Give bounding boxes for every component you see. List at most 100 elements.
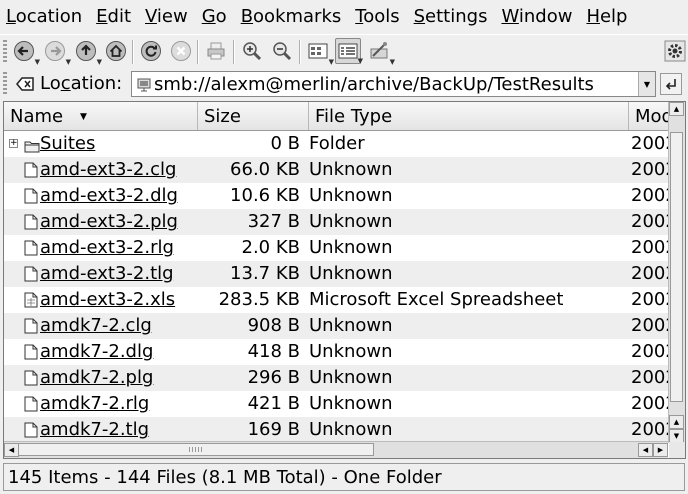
column-header-name[interactable]: Name ▼ (4, 102, 198, 130)
menu-window[interactable]: Window (495, 0, 580, 34)
scroll-corner (669, 442, 685, 458)
status-bar: 145 Items - 144 Files (8.1 MB Total) - O… (3, 463, 685, 491)
file-modified: 2002 (631, 237, 668, 258)
file-name[interactable]: amd-ext3-2.dlg (40, 183, 198, 209)
file-name[interactable]: amdk7-2.dlg (40, 339, 198, 365)
reload-button[interactable] (138, 38, 164, 64)
horizontal-scrollbar[interactable]: ◀ ◀ ▶ (4, 441, 668, 458)
file-icon (24, 162, 38, 183)
table-row[interactable]: amdk7-2.dlg 418 B Unknown 2002 (4, 339, 668, 365)
table-row[interactable]: amdk7-2.clg 908 B Unknown 2002 (4, 313, 668, 339)
scroll-left-button-right[interactable]: ◀ (638, 443, 653, 457)
table-row[interactable]: amdk7-2.tlg 169 B Unknown 2002 (4, 417, 668, 443)
menu-edit[interactable]: Edit (90, 0, 139, 34)
file-type: Unknown (309, 393, 393, 414)
column-header: Name ▼ Size File Type Mod (4, 102, 668, 131)
file-name[interactable]: amdk7-2.rlg (40, 391, 198, 417)
forward-button[interactable]: ▼ (42, 38, 71, 66)
file-name[interactable]: amd-ext3-2.tlg (40, 261, 198, 287)
file-size: 327 B (247, 211, 300, 232)
file-list-view[interactable]: Name ▼ Size File Type Mod + Suites 0 B Fold… (3, 101, 686, 459)
menu-location[interactable]: Location (0, 0, 90, 34)
file-icon (24, 240, 38, 261)
settings-gear-button[interactable] (662, 38, 688, 64)
menu-go[interactable]: Go (196, 0, 235, 34)
home-button[interactable] (103, 38, 129, 64)
scroll-up-button-lower[interactable]: ▲ (669, 415, 684, 429)
icon-view-icon (308, 43, 328, 59)
forward-icon (45, 41, 65, 61)
folder-icon (24, 137, 40, 158)
zoom-in-icon (243, 42, 262, 61)
print-button[interactable] (203, 38, 229, 64)
file-size: 0 B (270, 133, 300, 154)
clear-location-icon (16, 77, 34, 91)
vertical-scrollbar[interactable]: ▲ ▲ ▼ (668, 102, 685, 443)
menu-help[interactable]: Help (580, 0, 635, 34)
go-button[interactable] (660, 73, 682, 95)
menu-bookmarks[interactable]: Bookmarks (235, 0, 350, 34)
zoom-in-button[interactable] (239, 38, 265, 64)
horizontal-scroll-thumb[interactable] (18, 443, 374, 456)
menu-view[interactable]: View (139, 0, 196, 34)
file-name[interactable]: amdk7-2.clg (40, 313, 198, 339)
chevron-down-icon: ▼ (643, 79, 651, 89)
menubar: Location Edit View Go Bookmarks Tools Se… (0, 0, 688, 34)
icon-view-button[interactable]: ▼ (305, 38, 334, 66)
split-view-button[interactable]: ▼ (366, 38, 395, 66)
file-name[interactable]: amd-ext3-2.xls (40, 287, 198, 313)
zoom-out-button[interactable] (269, 38, 295, 64)
table-row[interactable]: amd-ext3-2.plg 327 B Unknown 2002 (4, 209, 668, 235)
table-row[interactable]: amd-ext3-2.xls 283.5 KB Microsoft Excel Sp… (4, 287, 668, 313)
location-history-dropdown[interactable]: ▼ (638, 72, 655, 96)
scroll-left-button[interactable]: ◀ (4, 443, 19, 457)
table-row[interactable]: amd-ext3-2.tlg 13.7 KB Unknown 2002 (4, 261, 668, 287)
table-row[interactable]: amd-ext3-2.clg 66.0 KB Unknown 2002 (4, 157, 668, 183)
up-icon (76, 41, 96, 61)
table-row[interactable]: amd-ext3-2.dlg 10.6 KB Unknown 2002 (4, 183, 668, 209)
back-button[interactable]: ▼ (11, 38, 40, 66)
file-name[interactable]: amd-ext3-2.clg (40, 157, 198, 183)
arrow-up-icon: ▲ (673, 418, 680, 426)
file-icon (24, 344, 38, 365)
file-icon (24, 318, 38, 339)
file-modified: 2002 (631, 159, 668, 180)
file-modified: 2002 (631, 419, 668, 440)
column-header-size[interactable]: Size (198, 102, 309, 130)
expand-toggle-icon[interactable]: + (9, 139, 18, 148)
file-name[interactable]: amdk7-2.tlg (40, 417, 198, 443)
up-button[interactable]: ▼ (73, 38, 102, 66)
arrow-up-icon: ▲ (673, 105, 680, 113)
stop-button[interactable] (168, 38, 194, 64)
scroll-right-button[interactable]: ▶ (653, 443, 668, 457)
file-name[interactable]: Suites (40, 131, 198, 157)
scroll-up-button[interactable]: ▲ (669, 102, 684, 116)
location-input[interactable]: smb://alexm@merlin/archive/BackUp/TestRe… (131, 71, 656, 97)
main-toolbar: ▼ ▼ ▼ ▼ ▼ ▼ (0, 34, 688, 70)
scroll-down-button[interactable]: ▼ (669, 429, 684, 443)
menu-tools[interactable]: Tools (349, 0, 407, 34)
vertical-scroll-thumb[interactable] (670, 132, 683, 402)
file-type: Unknown (309, 315, 393, 336)
file-name[interactable]: amdk7-2.plg (40, 365, 198, 391)
column-header-file-type[interactable]: File Type (309, 102, 629, 130)
file-modified: 2002 (631, 393, 668, 414)
table-row[interactable]: amdk7-2.rlg 421 B Unknown 2002 (4, 391, 668, 417)
column-header-modified[interactable]: Mod (629, 102, 668, 130)
table-row[interactable]: + Suites 0 B Folder 2002 (4, 131, 668, 157)
toolbar-grip[interactable] (3, 40, 7, 64)
file-name[interactable]: amd-ext3-2.plg (40, 209, 198, 235)
file-modified: 2002 (631, 133, 668, 154)
network-share-icon (137, 77, 151, 96)
file-name[interactable]: amd-ext3-2.rlg (40, 235, 198, 261)
clear-location-button[interactable] (15, 75, 35, 97)
file-size: 418 B (247, 341, 300, 362)
location-url: smb://alexm@merlin/archive/BackUp/TestRe… (154, 73, 594, 95)
detailed-view-button[interactable]: ▼ (335, 38, 363, 65)
back-dropdown-icon: ▼ (34, 58, 40, 66)
location-toolbar-grip[interactable] (3, 72, 7, 96)
table-row[interactable]: amdk7-2.plg 296 B Unknown 2002 (4, 365, 668, 391)
menu-settings[interactable]: Settings (408, 0, 496, 34)
toolbar-separator (132, 40, 134, 64)
table-row[interactable]: amd-ext3-2.rlg 2.0 KB Unknown 2002 (4, 235, 668, 261)
